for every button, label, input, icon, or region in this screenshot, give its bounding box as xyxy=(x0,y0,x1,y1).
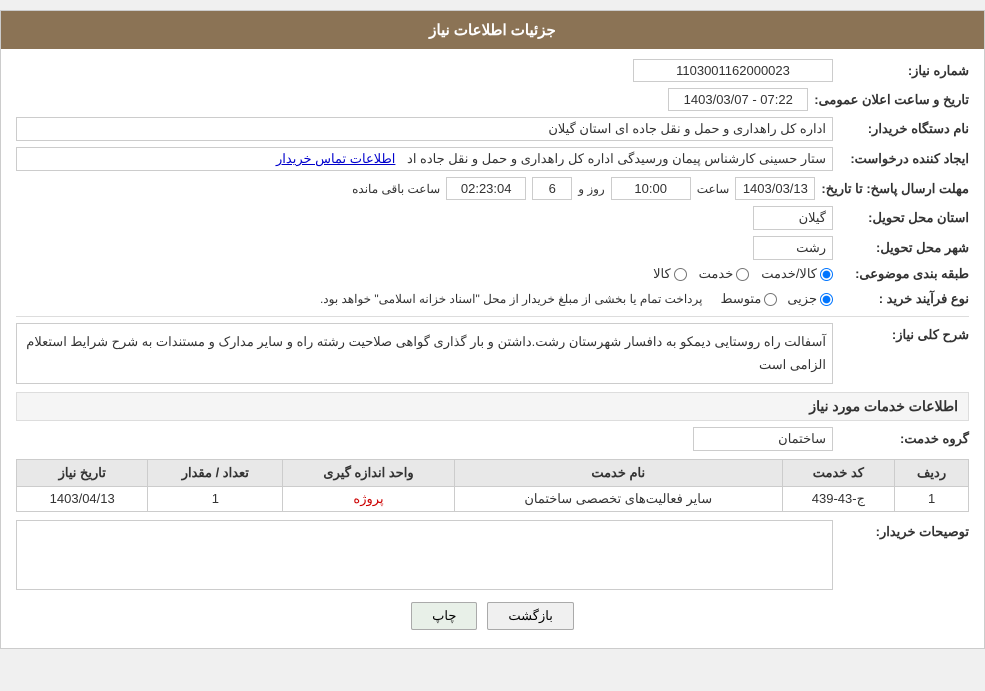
mohlat-baqi-label: ساعت باقی مانده xyxy=(352,182,440,196)
tabaqe-radio-group: کالا/خدمت خدمت کالا xyxy=(653,266,833,282)
mohlat-date: 1403/03/13 xyxy=(735,177,815,200)
page-wrapper: جزئیات اطلاعات نیاز شماره نیاز: 11030011… xyxy=(0,10,985,649)
tarikh-label: تاریخ و ساعت اعلان عمومی: xyxy=(814,92,969,108)
farayand-row: نوع فرآیند خرید : جزیی متوسط پرداخت تمام… xyxy=(16,288,969,310)
sharh-value: آسفالت راه روستایی دیمکو به دافسار شهرست… xyxy=(16,323,833,384)
farayand-note: پرداخت تمام یا بخشی از مبلغ خریدار از مح… xyxy=(320,288,703,310)
gorooh-khadamat-value: ساختمان xyxy=(693,427,833,451)
nam-dastgah-row: نام دستگاه خریدار: اداره کل راهداری و حم… xyxy=(16,117,969,141)
tarikh-value: 1403/03/07 - 07:22 xyxy=(668,88,808,111)
shahr-row: شهر محل تحویل: رشت xyxy=(16,236,969,260)
farayand-motavaset-radio[interactable] xyxy=(764,293,777,306)
ijad-konande-text: ستار حسینی کارشناس پیمان ورسیدگی اداره ک… xyxy=(407,151,826,166)
ijad-konande-row: ایجاد کننده درخواست: ستار حسینی کارشناس … xyxy=(16,147,969,171)
cell-radif: 1 xyxy=(895,486,969,511)
farayand-label: نوع فرآیند خرید : xyxy=(839,291,969,307)
tvsifat-textarea[interactable] xyxy=(16,520,833,590)
tabaqe-kala-khadamat-item: کالا/خدمت xyxy=(761,266,833,282)
mohlat-label: مهلت ارسال پاسخ: تا تاریخ: xyxy=(821,181,969,197)
mohlat-baqi-value: 02:23:04 xyxy=(446,177,526,200)
table-header-row: ردیف کد خدمت نام خدمت واحد اندازه گیری ت… xyxy=(17,459,969,486)
page-header: جزئیات اطلاعات نیاز xyxy=(1,11,984,49)
tvsifat-section: توصیحات خریدار: xyxy=(16,520,969,590)
gorooh-khadamat-row: گروه خدمت: ساختمان xyxy=(16,427,969,451)
shmare-niaz-value: 1103001162000023 xyxy=(633,59,833,82)
sharh-row: شرح کلی نیاز: آسفالت راه روستایی دیمکو ب… xyxy=(16,323,969,384)
gorooh-khadamat-label: گروه خدمت: xyxy=(839,431,969,447)
col-tedad: تعداد / مقدار xyxy=(148,459,283,486)
khadamat-section-header: اطلاعات خدمات مورد نیاز xyxy=(16,392,969,421)
farayand-jozii-item: جزیی xyxy=(787,291,833,307)
cell-tarikh: 1403/04/13 xyxy=(17,486,148,511)
mohlat-rooz-value: 6 xyxy=(532,177,572,200)
tabaqe-kala-label: کالا xyxy=(653,266,671,282)
col-vahed: واحد اندازه گیری xyxy=(283,459,455,486)
divider-1 xyxy=(16,316,969,317)
cell-nam: سایر فعالیت‌های تخصصی ساختمان xyxy=(454,486,782,511)
cell-tedad: 1 xyxy=(148,486,283,511)
tabaqe-khadamat-label: خدمت xyxy=(699,266,734,282)
services-table-section: ردیف کد خدمت نام خدمت واحد اندازه گیری ت… xyxy=(16,459,969,512)
ijad-konande-label: ایجاد کننده درخواست: xyxy=(839,151,969,167)
tabaqe-kala-item: کالا xyxy=(653,266,687,282)
col-radif: ردیف xyxy=(895,459,969,486)
tabaqe-row: طبقه بندی موضوعی: کالا/خدمت خدمت کالا xyxy=(16,266,969,282)
ostan-row: استان محل تحویل: گیلان xyxy=(16,206,969,230)
shmare-niaz-row: شماره نیاز: 1103001162000023 xyxy=(16,59,969,82)
tabaqe-kala-khadamat-label: کالا/خدمت xyxy=(761,266,817,282)
shmare-niaz-label: شماره نیاز: xyxy=(839,63,969,79)
tvsifat-label: توصیحات خریدار: xyxy=(839,520,969,540)
services-table: ردیف کد خدمت نام خدمت واحد اندازه گیری ت… xyxy=(16,459,969,512)
shahr-label: شهر محل تحویل: xyxy=(839,240,969,256)
ostan-value: گیلان xyxy=(753,206,833,230)
buttons-row: بازگشت چاپ xyxy=(16,602,969,630)
sharh-label: شرح کلی نیاز: xyxy=(839,323,969,343)
col-kod: کد خدمت xyxy=(782,459,894,486)
ijad-konande-value: ستار حسینی کارشناس پیمان ورسیدگی اداره ک… xyxy=(16,147,833,171)
tarikh-row: تاریخ و ساعت اعلان عمومی: 1403/03/07 - 0… xyxy=(16,88,969,111)
ijad-konande-link[interactable]: اطلاعات تماس خریدار xyxy=(276,151,395,166)
print-button[interactable]: چاپ xyxy=(411,602,477,630)
farayand-motavaset-label: متوسط xyxy=(720,291,761,307)
tabaqe-kala-khadamat-radio[interactable] xyxy=(820,268,833,281)
content-area: شماره نیاز: 1103001162000023 تاریخ و ساع… xyxy=(1,49,984,648)
mohlat-saat-label: ساعت xyxy=(697,182,730,196)
farayand-jozii-label: جزیی xyxy=(787,291,817,307)
farayand-jozii-radio[interactable] xyxy=(820,293,833,306)
back-button[interactable]: بازگشت xyxy=(487,602,573,630)
table-row: 1 ج-43-439 سایر فعالیت‌های تخصصی ساختمان… xyxy=(17,486,969,511)
mohlat-saat-value: 10:00 xyxy=(611,177,691,200)
tabaqe-khadamat-radio[interactable] xyxy=(736,268,749,281)
tabaqe-label: طبقه بندی موضوعی: xyxy=(839,266,969,282)
farayand-options: جزیی متوسط xyxy=(720,291,833,307)
col-nam: نام خدمت xyxy=(454,459,782,486)
tabaqe-khadamat-item: خدمت xyxy=(699,266,750,282)
nam-dastgah-value: اداره کل راهداری و حمل و نقل جاده ای است… xyxy=(16,117,833,141)
nam-dastgah-label: نام دستگاه خریدار: xyxy=(839,121,969,137)
col-tarikh: تاریخ نیاز xyxy=(17,459,148,486)
ostan-label: استان محل تحویل: xyxy=(839,210,969,226)
mohlat-row: مهلت ارسال پاسخ: تا تاریخ: 1403/03/13 سا… xyxy=(16,177,969,200)
cell-kod: ج-43-439 xyxy=(782,486,894,511)
shahr-value: رشت xyxy=(753,236,833,260)
page-title: جزئیات اطلاعات نیاز xyxy=(429,22,556,39)
farayand-motavaset-item: متوسط xyxy=(720,291,777,307)
mohlat-rooz-label: روز و xyxy=(578,182,605,196)
tabaqe-kala-radio[interactable] xyxy=(674,268,687,281)
cell-vahed[interactable]: پروژه xyxy=(283,486,455,511)
